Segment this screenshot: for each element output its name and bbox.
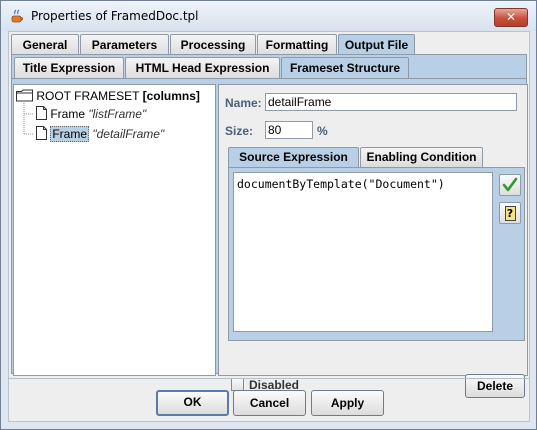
tab-output-file[interactable]: Output File [338, 34, 415, 56]
check-icon [502, 177, 518, 192]
tree-item-label: Frame [50, 126, 90, 142]
apply-button[interactable]: Apply [311, 390, 384, 416]
validate-button[interactable] [499, 174, 521, 196]
tab-enabling-condition[interactable]: Enabling Condition [360, 147, 483, 167]
dialog-content: General Parameters Processing Formatting… [8, 31, 530, 422]
size-unit: % [317, 124, 328, 138]
tree-item-listframe[interactable]: Frame "listFrame" [36, 105, 146, 123]
tab-frameset-structure[interactable]: Frameset Structure [281, 57, 409, 79]
name-field[interactable]: detailFrame [265, 93, 517, 111]
size-field[interactable]: 80 [265, 121, 313, 139]
name-label: Name: [225, 96, 262, 110]
document-icon [36, 126, 47, 140]
tab-formatting[interactable]: Formatting [257, 34, 337, 56]
tab-general[interactable]: General [11, 34, 79, 56]
frame-properties-panel: Name: detailFrame Size: 80 % Source Expr… [218, 84, 528, 398]
java-cup-icon [11, 9, 23, 23]
document-icon [36, 106, 47, 120]
tab-parameters[interactable]: Parameters [80, 34, 169, 56]
frameset-tree[interactable]: ROOT FRAMESET [columns] Frame "listFrame… [13, 84, 216, 376]
close-button[interactable]: ✕ [494, 8, 528, 27]
tab-html-head-expression[interactable]: HTML Head Expression [125, 57, 280, 79]
size-label: Size: [225, 124, 254, 138]
tab-title-expression[interactable]: Title Expression [14, 57, 124, 79]
tab-processing[interactable]: Processing [170, 34, 256, 56]
properties-dialog: Properties of FramedDoc.tpl ✕ General Pa… [0, 0, 537, 430]
help-button[interactable]: ? [499, 202, 521, 224]
tree-item-name: "listFrame" [88, 107, 147, 121]
tree-item-label: Frame [50, 107, 86, 121]
tab-source-expression[interactable]: Source Expression [228, 147, 359, 167]
cancel-button[interactable]: Cancel [233, 390, 306, 416]
close-icon: ✕ [505, 10, 517, 24]
tree-root-tag: [columns] [142, 89, 200, 103]
window-title: Properties of FramedDoc.tpl [31, 9, 199, 23]
expression-editor[interactable]: documentByTemplate("Document") [233, 172, 493, 332]
ok-button[interactable]: OK [156, 390, 229, 416]
tree-item-name: "detailFrame" [92, 127, 165, 141]
title-bar[interactable]: Properties of FramedDoc.tpl ✕ [1, 1, 536, 31]
divider [9, 378, 529, 379]
tree-item-detailframe[interactable]: Frame "detailFrame" [36, 125, 164, 143]
help-icon: ? [504, 206, 516, 221]
source-expression-panel: documentByTemplate("Document") ? [228, 167, 525, 341]
